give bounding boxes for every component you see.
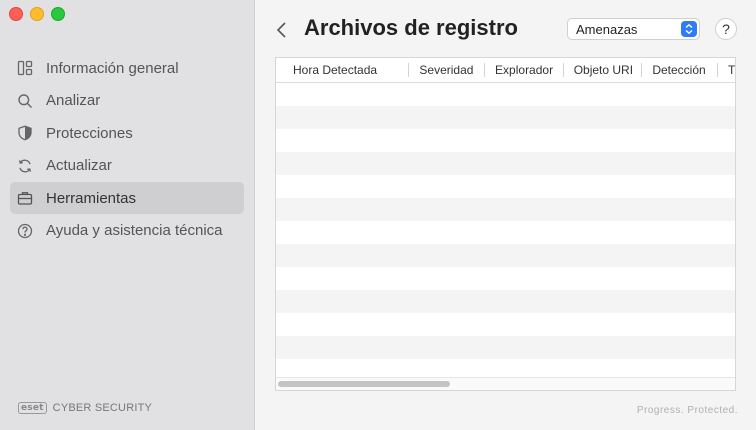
sidebar-item-label: Ayuda y asistencia técnica [46,222,223,239]
table-row [276,83,735,106]
window-controls [9,7,65,21]
scrollbar-thumb[interactable] [278,381,450,387]
eset-logo: eset [18,402,47,414]
main-panel: Archivos de registro Amenazas ? Hora Det… [255,0,756,430]
table-body [276,83,735,382]
sidebar-item-overview[interactable]: Información general [10,52,244,84]
table-row [276,129,735,152]
help-button[interactable]: ? [715,18,737,40]
sidebar-item-label: Información general [46,59,179,77]
briefcase-icon [16,189,34,207]
search-icon [16,92,34,110]
zoom-window-button[interactable] [51,7,65,21]
sidebar-item-update[interactable]: Actualizar [10,150,244,182]
help-circle-icon [16,222,34,240]
table-row [276,152,735,175]
log-type-select[interactable]: Amenazas [567,18,700,40]
sidebar: Información general Analizar Proteccione… [0,0,255,430]
sidebar-item-label: Analizar [46,92,101,109]
table-row [276,313,735,336]
column-header-object-uri[interactable]: Objeto URI [564,58,643,82]
back-button[interactable] [275,20,289,40]
sidebar-item-protections[interactable]: Protecciones [10,117,244,149]
sidebar-item-tools[interactable]: Herramientas [10,182,244,214]
table-row [276,175,735,198]
table-row [276,198,735,221]
chevron-left-icon [276,22,286,38]
column-header-severity[interactable]: Severidad [409,58,485,82]
shield-icon [16,124,34,142]
log-type-value: Amenazas [576,21,638,37]
sidebar-item-help[interactable]: Ayuda y asistencia técnica [10,215,244,247]
table-row [276,106,735,129]
column-header-truncated[interactable]: T [718,58,735,82]
brand-text: CYBER SECURITY [52,402,153,414]
column-header-scanner[interactable]: Explorador [485,58,564,82]
sidebar-item-label: Herramientas [46,189,137,207]
sidebar-item-label: Protecciones [46,124,133,142]
horizontal-scrollbar[interactable] [276,377,735,390]
column-header-detection[interactable]: Detección [642,58,718,82]
sidebar-nav: Información general Analizar Proteccione… [10,52,244,247]
table-row [276,290,735,313]
footer-tagline: Progress. Protected. [636,405,738,416]
dashboard-icon [16,59,34,77]
table-row [276,336,735,359]
close-window-button[interactable] [9,7,23,21]
table-row [276,221,735,244]
table-row [276,244,735,267]
help-label: ? [722,21,730,37]
column-header-detected-time[interactable]: Hora Detectada [276,58,410,82]
page-title: Archivos de registro [304,15,518,40]
refresh-icon [16,157,34,175]
minimize-window-button[interactable] [30,7,44,21]
table-header: Hora Detectada Severidad Explorador Obje… [276,58,735,83]
table-row [276,267,735,290]
sidebar-item-label: Actualizar [46,157,112,174]
log-table: Hora Detectada Severidad Explorador Obje… [275,57,736,391]
brand: eset CYBER SECURITY [18,402,152,414]
select-arrows-icon [681,21,697,37]
sidebar-item-scan[interactable]: Analizar [10,85,244,117]
